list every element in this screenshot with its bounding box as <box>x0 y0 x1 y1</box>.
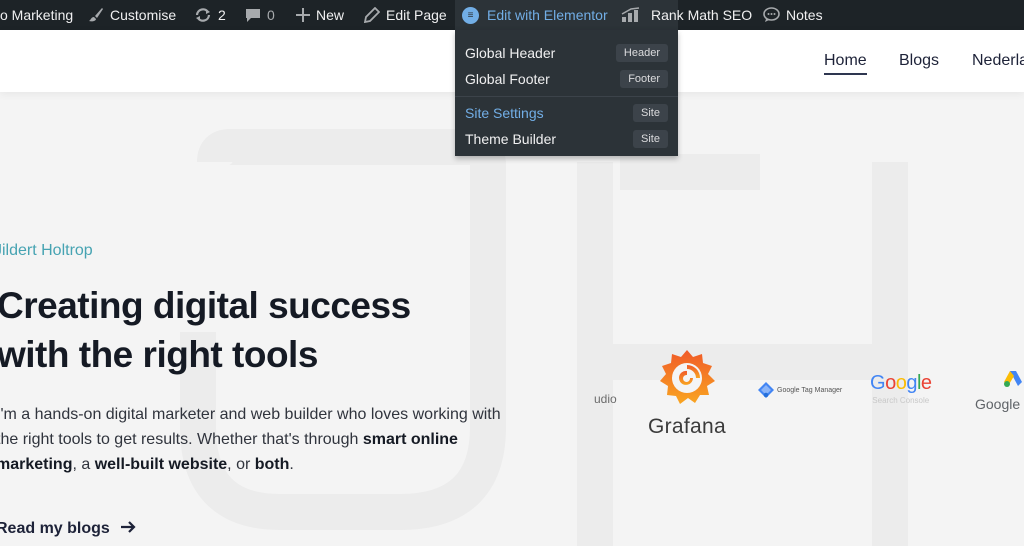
logo-google-ads: Google <box>975 370 1023 412</box>
search-console-label: Search Console <box>872 396 930 405</box>
elementor-dropdown-menu: Global Header Header Global Footer Foote… <box>455 30 678 156</box>
nav-nederlands[interactable]: Nederla <box>972 52 1024 70</box>
comments-count: 0 <box>267 7 275 23</box>
paintbrush-icon <box>88 7 104 23</box>
rank-math-icon <box>621 7 641 23</box>
pencil-icon <box>364 7 380 23</box>
admin-bar-site-name[interactable]: o Marketing <box>0 0 73 30</box>
new-label: New <box>316 7 345 23</box>
edit-page-link[interactable]: Edit Page <box>364 0 447 30</box>
read-my-blogs-link[interactable]: Read my blogs <box>0 518 136 539</box>
hero-headline: Creating digital success with the right … <box>0 281 517 379</box>
menu-item-global-header[interactable]: Global Header Header <box>455 40 678 66</box>
grafana-wordmark: Grafana <box>648 415 726 438</box>
nav-blogs[interactable]: Blogs <box>899 52 939 70</box>
site-name-label: o Marketing <box>0 7 74 23</box>
updates-count: 2 <box>218 7 226 23</box>
google-letter: o <box>885 372 896 394</box>
comments-link[interactable]: 0 <box>245 0 275 30</box>
headline-line-1: Creating digital success <box>0 285 411 326</box>
speech-bubble-icon <box>245 7 261 23</box>
logo-google-search-console: Google Search Console <box>870 372 932 405</box>
arrow-right-icon <box>120 518 136 539</box>
plus-icon <box>296 8 310 22</box>
intro-text: , or <box>227 456 255 473</box>
customise-link[interactable]: Customise <box>88 0 176 30</box>
menu-item-global-footer[interactable]: Global Footer Footer <box>455 66 678 92</box>
customise-label: Customise <box>110 7 177 23</box>
google-ads-icon <box>1004 371 1022 387</box>
intro-text: , a <box>72 456 95 473</box>
menu-item-badge: Footer <box>620 70 668 88</box>
notes-link[interactable]: Notes <box>763 0 823 30</box>
grafana-logo-icon <box>660 350 715 404</box>
intro-bold: both <box>254 456 290 473</box>
menu-item-site-settings[interactable]: Site Settings Site <box>455 100 678 126</box>
tag-manager-icon <box>758 382 774 398</box>
menu-item-label: Global Header <box>465 45 556 61</box>
menu-item-theme-builder[interactable]: Theme Builder Site <box>455 126 678 152</box>
logo-google-tag-manager: Google Tag Manager <box>758 382 842 398</box>
google-letter: g <box>906 372 917 394</box>
menu-divider <box>455 96 678 97</box>
new-content-link[interactable]: New <box>296 0 344 30</box>
google-letter: G <box>870 372 886 394</box>
edit-page-label: Edit Page <box>386 7 447 23</box>
rank-math-seo-link[interactable]: Rank Math SEO <box>621 0 752 30</box>
menu-item-label: Global Footer <box>465 71 550 87</box>
edit-with-elementor-label: Edit with Elementor <box>487 7 608 23</box>
rank-math-label: Rank Math SEO <box>651 7 753 23</box>
hero-intro-paragraph: I'm a hands-on digital marketer and web … <box>0 402 506 477</box>
refresh-icon <box>194 7 212 23</box>
intro-bold: well-built website <box>94 456 228 473</box>
google-letter: o <box>895 372 907 394</box>
menu-item-badge: Header <box>615 44 668 62</box>
updates-link[interactable]: 2 <box>194 0 226 30</box>
menu-item-label: Site Settings <box>465 105 544 121</box>
google-letter: e <box>920 372 932 394</box>
notes-bubble-icon <box>763 7 780 23</box>
google-ads-wordmark: Google <box>975 396 1021 412</box>
google-wordmark: Google <box>870 372 932 395</box>
logo-grafana: Grafana <box>642 348 732 439</box>
menu-item-badge: Site <box>633 104 668 122</box>
menu-item-badge: Site <box>633 130 668 148</box>
google-word: Google <box>870 372 932 394</box>
admin-bar: o Marketing Customise 2 0 New Edit Page … <box>0 0 1024 30</box>
intro-text: . <box>289 456 294 473</box>
elementor-logo-icon: ≡ <box>462 6 479 24</box>
read-more-label: Read my blogs <box>0 519 110 537</box>
gtm-wordmark: Google Tag Manager <box>777 386 843 394</box>
notes-label: Notes <box>786 7 823 23</box>
headline-line-2: with the right tools <box>0 334 318 375</box>
menu-item-label: Theme Builder <box>465 131 557 147</box>
author-kicker: Jildert Holtrop <box>0 242 93 259</box>
logo-studio: udio <box>594 392 617 406</box>
nav-home[interactable]: Home <box>824 52 867 75</box>
